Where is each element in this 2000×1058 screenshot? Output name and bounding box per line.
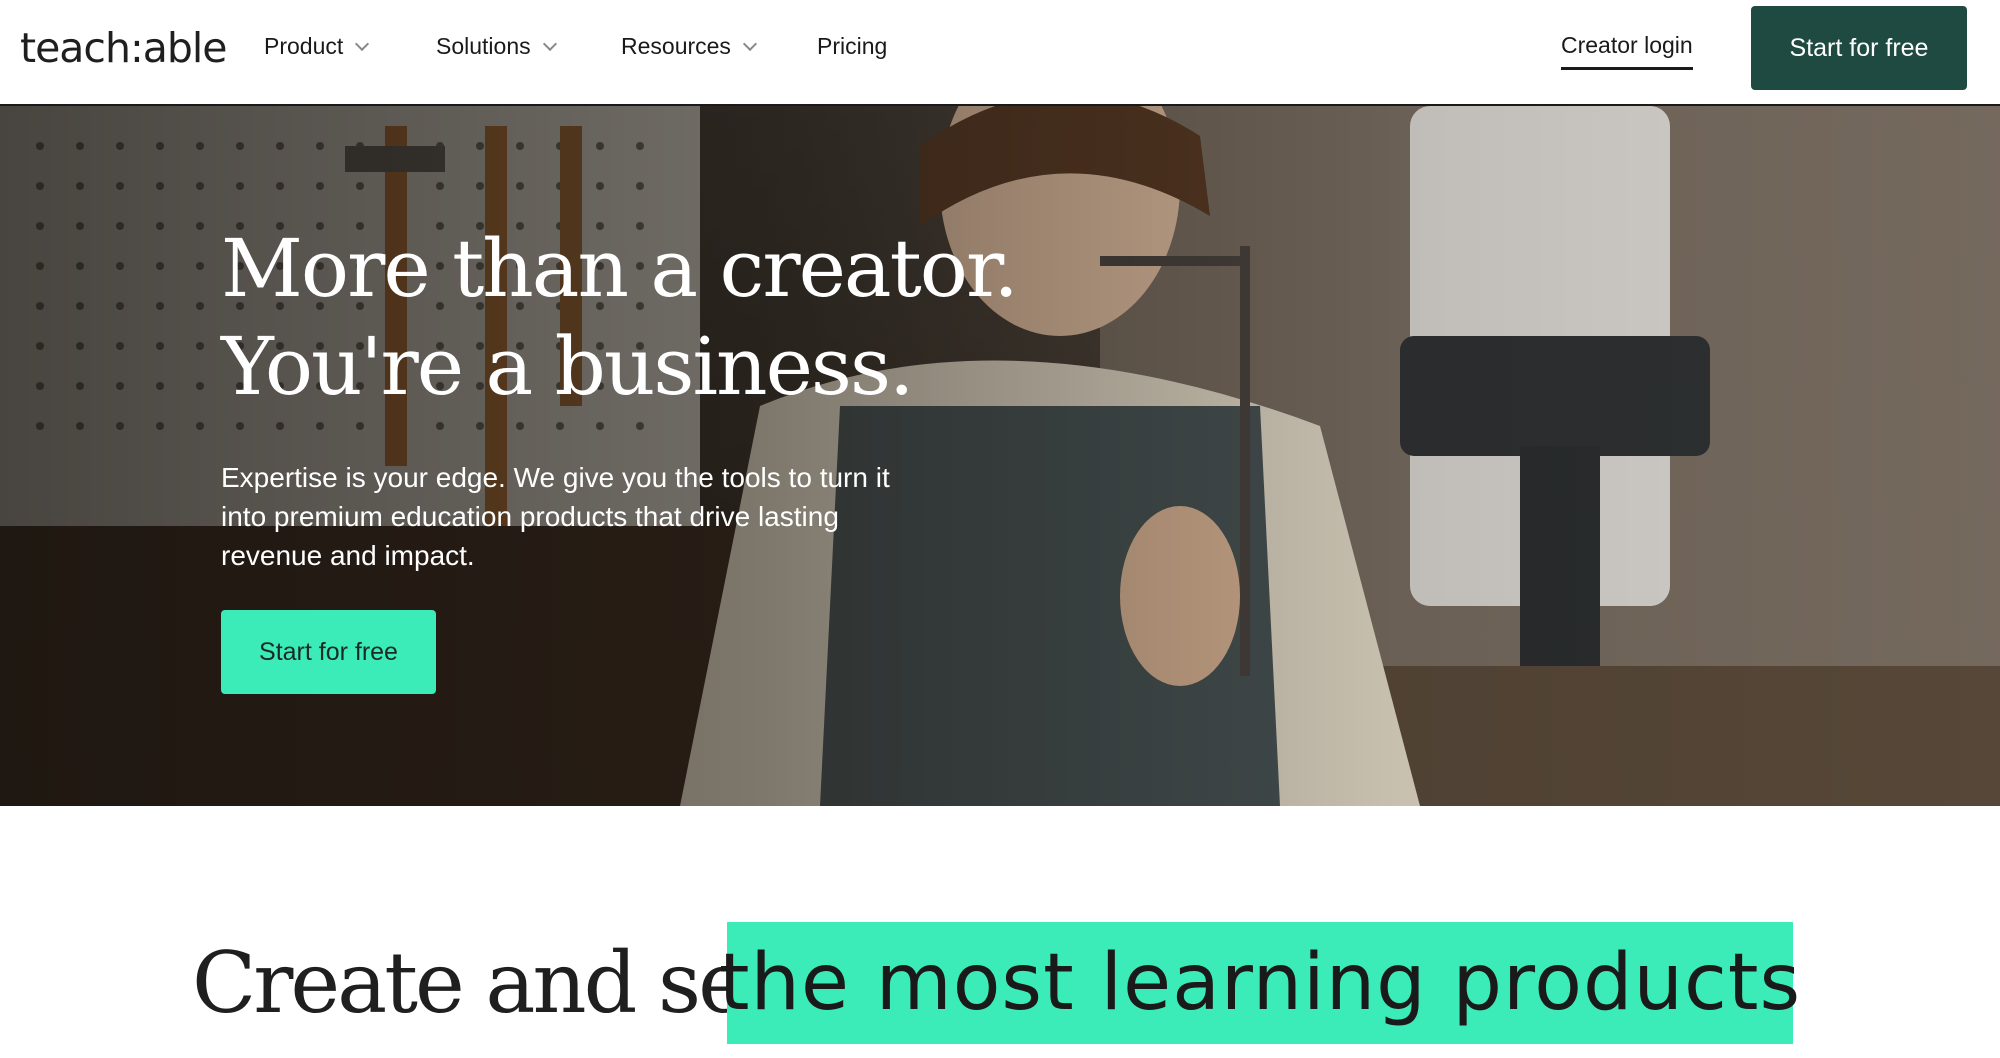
hero-section: More than a creator. You're a business. … xyxy=(0,106,2000,806)
headline-lead: Create and sell xyxy=(192,934,796,1032)
hero-title-line-2: You're a business. xyxy=(221,320,914,413)
nav-item-solutions[interactable]: Solutions xyxy=(436,33,557,60)
creator-login-link[interactable]: Creator login xyxy=(1561,32,1693,70)
start-for-free-button[interactable]: Start for free xyxy=(1751,6,1967,90)
hero-title-line-1: More than a creator. xyxy=(221,222,1019,315)
nav-item-label: Resources xyxy=(621,33,731,59)
headline-section: Create and sell the most learning produc… xyxy=(0,922,2000,1044)
nav-item-label: Product xyxy=(264,33,344,59)
hero-overlay xyxy=(0,106,2000,806)
hero-subtitle: Expertise is your edge. We give you the … xyxy=(221,462,890,571)
top-navigation: teach:able Product Solutions Resources P… xyxy=(0,0,2000,106)
hero-title: More than a creator. You're a business. xyxy=(221,220,1019,416)
nav-item-pricing[interactable]: Pricing xyxy=(817,33,887,60)
logo[interactable]: teach:able xyxy=(20,24,228,72)
nav-item-resources[interactable]: Resources xyxy=(621,33,758,60)
hero-start-for-free-button[interactable]: Start for free xyxy=(221,610,436,694)
nav-item-label: Solutions xyxy=(436,33,531,59)
headline-highlight: the most learning products xyxy=(719,922,1800,1044)
chevron-down-icon xyxy=(742,36,758,51)
chevron-down-icon xyxy=(542,36,557,51)
chevron-down-icon xyxy=(355,36,370,51)
nav-item-product[interactable]: Product xyxy=(264,33,370,60)
nav-item-label: Pricing xyxy=(817,33,888,59)
